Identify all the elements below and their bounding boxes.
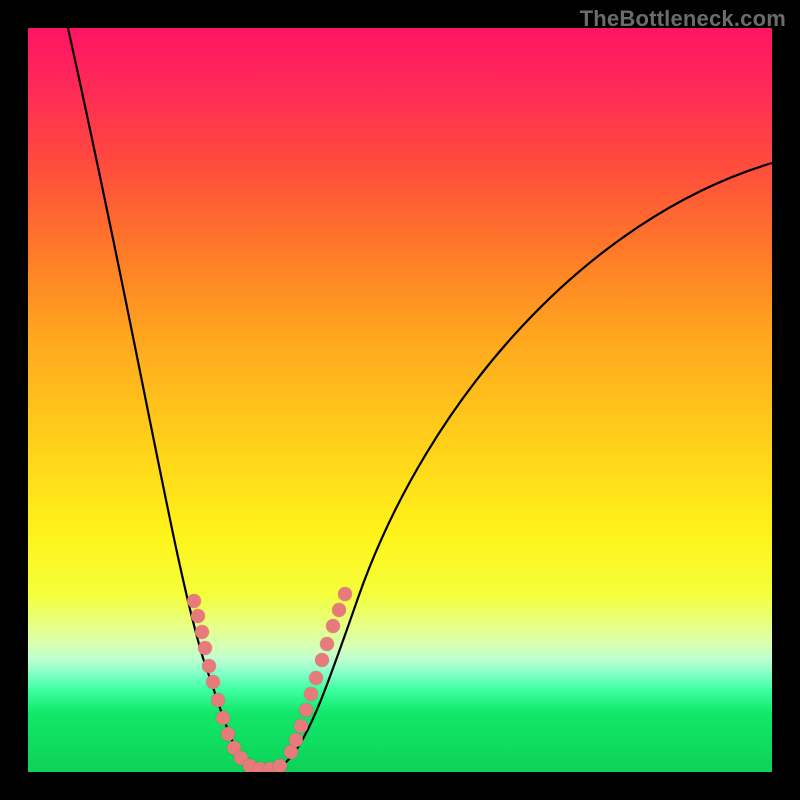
data-dot xyxy=(320,637,334,651)
data-dot xyxy=(195,625,209,639)
data-dot xyxy=(304,687,318,701)
bottleneck-curve xyxy=(68,28,772,770)
chart-frame: TheBottleneck.com xyxy=(0,0,800,800)
data-dot xyxy=(202,659,216,673)
data-dot xyxy=(191,609,205,623)
data-dot xyxy=(309,671,323,685)
data-dot xyxy=(221,727,235,741)
data-dot xyxy=(187,594,201,608)
data-dot xyxy=(299,703,313,717)
data-dot xyxy=(273,759,287,772)
data-dot xyxy=(315,653,329,667)
data-dot xyxy=(289,733,303,747)
watermark-text: TheBottleneck.com xyxy=(580,6,786,32)
plot-area xyxy=(28,28,772,772)
data-dot xyxy=(294,719,308,733)
data-dot xyxy=(216,711,230,725)
data-dot xyxy=(326,619,340,633)
data-dot xyxy=(338,587,352,601)
data-dot xyxy=(206,675,220,689)
data-dot xyxy=(211,693,225,707)
data-dot xyxy=(284,745,298,759)
data-dot xyxy=(332,603,346,617)
chart-svg xyxy=(28,28,772,772)
data-dot xyxy=(198,641,212,655)
